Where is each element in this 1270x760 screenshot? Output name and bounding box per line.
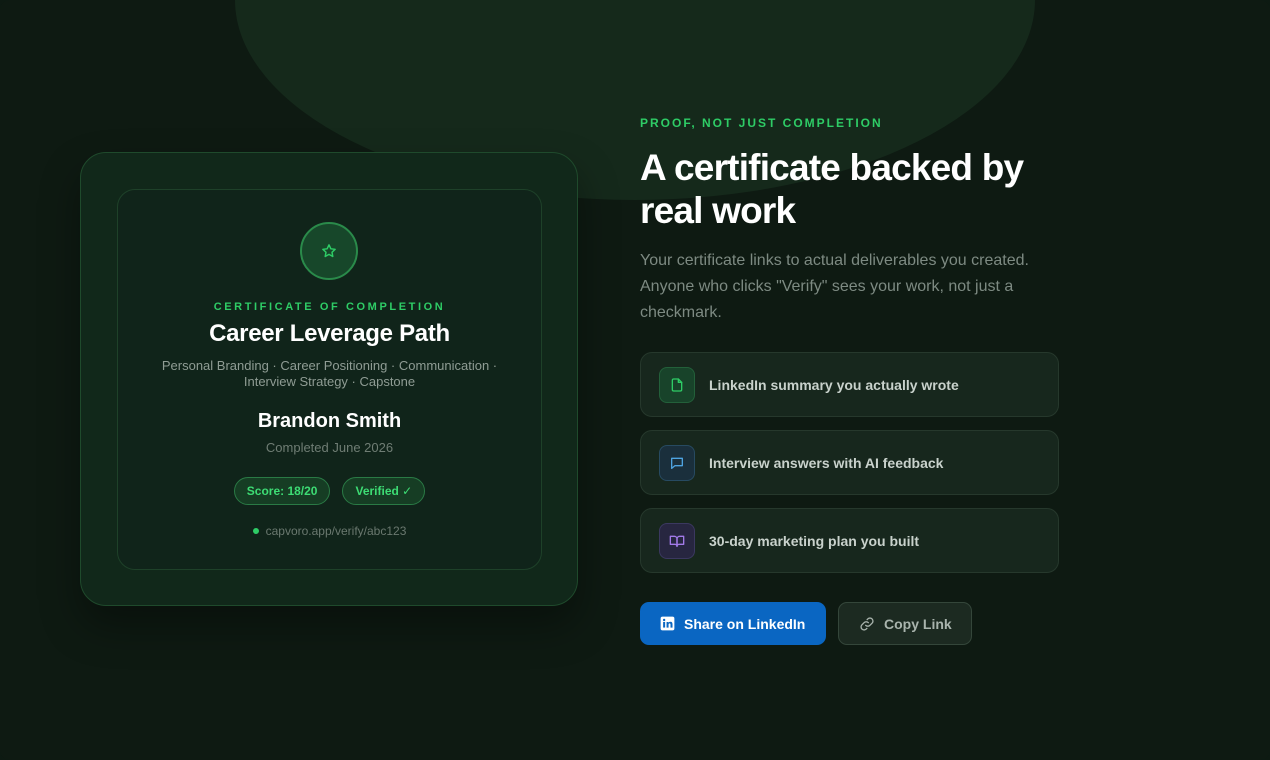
completion-date: Completed June 2026 <box>265 440 394 455</box>
chat-bubble-icon <box>659 444 695 481</box>
section-description: Your certificate links to actual deliver… <box>640 252 1029 321</box>
section-kicker: PROOF, NOT JUST COMPLETION <box>640 116 883 130</box>
deliverable-label: Interview answers with AI feedback <box>709 454 944 471</box>
verify-url[interactable]: capvoro.app/verify/abc123 <box>118 524 541 538</box>
copy-link-button[interactable]: Copy Link <box>838 602 972 645</box>
copy-button-label: Copy Link <box>884 615 952 632</box>
share-button-label: Share on LinkedIn <box>684 615 806 632</box>
certificate-card: CERTIFICATE OF COMPLETION Career Leverag… <box>117 189 542 570</box>
certificate-badges: Score: 18/20 Verified ✓ <box>118 477 541 505</box>
headline-line: A certificate backed by <box>640 147 1024 188</box>
score-badge: Score: 18/20 <box>233 477 331 505</box>
status-dot-icon <box>252 528 259 534</box>
modules-line: Personal Branding · Career Positioning ·… <box>161 358 498 373</box>
deliverable-item-linkedin-summary: LinkedIn summary you actually wrote <box>640 352 1059 417</box>
verify-url-text: capvoro.app/verify/abc123 <box>265 524 407 538</box>
deliverable-item-interview-answers: Interview answers with AI feedback <box>640 430 1059 495</box>
document-icon <box>659 366 695 403</box>
linkedin-icon <box>660 616 675 631</box>
modules-line: Interview Strategy · Capstone <box>243 374 416 389</box>
deliverable-item-marketing-plan: 30-day marketing plan you built <box>640 508 1059 573</box>
deliverable-label: 30-day marketing plan you built <box>709 532 920 549</box>
deliverable-label: LinkedIn summary you actually wrote <box>709 376 959 393</box>
page: CERTIFICATE OF COMPLETION Career Leverag… <box>0 0 1270 760</box>
recipient-name: Brandon Smith <box>257 410 402 432</box>
share-on-linkedin-button[interactable]: Share on LinkedIn <box>640 602 826 645</box>
link-icon <box>859 616 875 632</box>
headline-line: real work <box>640 190 796 231</box>
certificate-badge <box>300 222 358 280</box>
certificate-title: Career Leverage Path <box>209 320 450 347</box>
verified-badge: Verified ✓ <box>342 477 426 505</box>
section-headline: A certificate backed by real work <box>640 146 1080 232</box>
certificate-modules: Personal Branding · Career Positioning ·… <box>148 358 511 390</box>
certificate-kicker: CERTIFICATE OF COMPLETION <box>213 301 446 313</box>
open-book-icon <box>659 522 695 559</box>
star-icon <box>321 243 337 259</box>
